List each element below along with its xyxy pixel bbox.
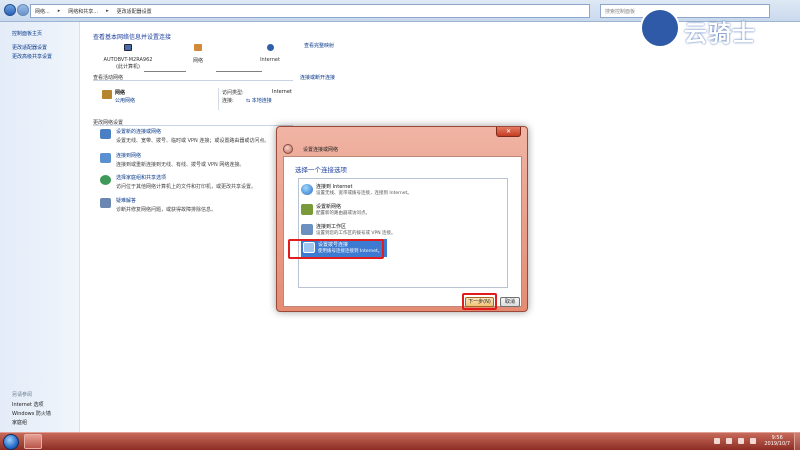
left-nav: 控制面板主页 更改适配器设置 更改高级共享设置 另请参阅 Internet 选项… [0, 22, 80, 432]
task-homegroup[interactable]: 选择家庭组和共享选项 访问位于其他网络计算机上的文件和打印机，或更改共享设置。 [100, 174, 256, 190]
clock-date: 2019/10/7 [764, 441, 790, 447]
dialog-title: 设置连接或网络 [303, 147, 339, 153]
next-button-highlight [462, 293, 497, 310]
task-desc: 设置无线、宽带、拨号、临时或 VPN 连接；或设置路由器或访问点。 [116, 138, 270, 144]
task-desc: 诊断并修复网络问题，或获得故障排除信息。 [116, 207, 217, 213]
option-connect-internet[interactable]: 连接到 Internet 设置无线、宽带或拨号连接，连接到 Internet。 [299, 181, 507, 199]
taskbar: 9:56 2019/10/7 [0, 432, 800, 450]
task-setup-connection[interactable]: 设置新的连接或网络 设置无线、宽带、拨号、临时或 VPN 连接；或设置路由器或访… [100, 128, 269, 144]
connect-disconnect-link[interactable]: 连接或断开连接 [300, 74, 335, 81]
full-map-link[interactable]: 查看完整映射 [304, 42, 334, 49]
chevron-right-icon: ▸ [57, 8, 61, 14]
globe-icon [301, 184, 313, 195]
option-title: 连接到工作区 [316, 224, 347, 230]
map-line [216, 71, 262, 72]
search-placeholder: 搜索控制面板 [605, 8, 636, 15]
computer-icon [124, 44, 132, 51]
selection-highlight [288, 239, 384, 259]
connections-label: 连接: [222, 98, 234, 104]
close-button[interactable]: ✕ [496, 127, 521, 137]
show-desktop-button[interactable] [794, 433, 800, 450]
tray-ime-icon[interactable] [750, 438, 756, 444]
option-new-network[interactable]: 设置新网络 配置新的路由器或访问点。 [299, 201, 507, 219]
tray-flag-icon[interactable] [714, 438, 720, 444]
logo-text: 云骑士 [684, 21, 756, 47]
divider [93, 125, 293, 126]
task-connect-network[interactable]: 连接到网络 连接到或重新连接到无线、有线、拨号或 VPN 网络连接。 [100, 152, 244, 168]
task-desc: 访问位于其他网络计算机上的文件和打印机，或更改共享设置。 [116, 184, 257, 190]
connection-option-list: 连接到 Internet 设置无线、宽带或拨号连接，连接到 Internet。 … [298, 178, 508, 288]
globe-icon [266, 44, 274, 51]
map-internet: Internet [256, 44, 284, 63]
option-desc: 配置新的路由器或访问点。 [316, 211, 370, 216]
computer-sub: (此计算机) [116, 64, 140, 70]
tray-volume-icon[interactable] [738, 438, 744, 444]
task-troubleshoot[interactable]: 疑难解答 诊断并修复网络问题，或获得故障排除信息。 [100, 197, 216, 213]
nav-advanced-sharing[interactable]: 更改高级共享设置 [12, 53, 52, 60]
setup-connection-icon [100, 129, 111, 139]
map-computer: AUTOBVT-M2RA962 (此计算机) [98, 44, 158, 70]
breadcrumb-item-1[interactable]: 网络... [35, 8, 50, 15]
task-title[interactable]: 连接到网络 [116, 152, 244, 159]
option-desc: 设置无线、宽带或拨号连接，连接到 Internet。 [316, 191, 412, 196]
homegroup-icon [100, 175, 111, 185]
option-workplace[interactable]: 连接到工作区 设置到您的工作区的拨号或 VPN 连接。 [299, 221, 507, 239]
setup-connection-dialog: ✕ 设置连接或网络 选择一个连接选项 连接到 Internet 设置无线、宽带或… [276, 126, 528, 312]
task-title[interactable]: 设置新的连接或网络 [116, 128, 269, 135]
forward-nav-icon[interactable] [17, 4, 29, 16]
nav-homegroup[interactable]: 家庭组 [12, 419, 27, 426]
adapter-icon: ⇆ [246, 98, 251, 104]
troubleshoot-icon [100, 198, 111, 208]
nav-internet-options[interactable]: Internet 选项 [12, 401, 43, 408]
nav-control-panel-home[interactable]: 控制面板主页 [12, 30, 42, 37]
chevron-right-icon: ▸ [106, 8, 109, 14]
network-bench-icon [102, 90, 112, 99]
divider [93, 80, 293, 81]
back-nav-icon[interactable] [4, 4, 16, 16]
logo: 云骑士 [640, 8, 790, 48]
see-also-label: 另请参阅 [12, 392, 33, 398]
option-title: 设置新网络 [316, 204, 342, 210]
breadcrumb[interactable]: 网络... ▸ 网络和共享... ▸ 更改适配器设置 [30, 4, 590, 18]
clock[interactable]: 9:56 2019/10/7 [764, 435, 790, 447]
taskbar-app-control-panel[interactable] [24, 434, 42, 449]
task-desc: 连接到或重新连接到无线、有线、拨号或 VPN 网络连接。 [116, 162, 245, 168]
access-type-label: 访问类型: [222, 90, 244, 96]
connect-network-icon [100, 153, 111, 163]
nav-firewall[interactable]: Windows 防火墙 [12, 410, 51, 417]
local-connection-link[interactable]: ⇆ 本地连接 [246, 97, 272, 104]
network-name: 网络 [115, 90, 126, 96]
back-arrow-icon[interactable] [283, 144, 293, 154]
task-title[interactable]: 选择家庭组和共享选项 [116, 174, 256, 181]
dialog-body: 选择一个连接选项 连接到 Internet 设置无线、宽带或拨号连接，连接到 I… [283, 156, 522, 307]
network-icon [194, 44, 202, 51]
page-title: 查看基本网络信息并设置连接 [93, 34, 172, 41]
breadcrumb-item-3[interactable]: 更改适配器设置 [117, 8, 152, 15]
internet-label: Internet [260, 57, 280, 63]
option-desc: 设置到您的工作区的拨号或 VPN 连接。 [316, 231, 396, 236]
start-orb-icon[interactable] [3, 434, 19, 450]
knight-logo-icon [640, 8, 680, 48]
system-tray [714, 438, 756, 444]
cancel-button[interactable]: 取消 [500, 297, 520, 307]
breadcrumb-item-2[interactable]: 网络和共享... [68, 8, 98, 15]
map-line [144, 71, 186, 72]
divider [218, 88, 219, 110]
network-type-link[interactable]: 公用网络 [115, 97, 135, 104]
map-network: 网络 [186, 44, 210, 64]
tray-network-icon[interactable] [726, 438, 732, 444]
nav-adapter-settings[interactable]: 更改适配器设置 [12, 44, 47, 51]
task-title[interactable]: 疑难解答 [116, 197, 216, 204]
dialog-heading: 选择一个连接选项 [295, 166, 347, 174]
access-type-value: Internet [272, 89, 292, 95]
workplace-icon [301, 224, 313, 235]
router-icon [301, 204, 313, 215]
option-title: 连接到 Internet [316, 184, 353, 190]
network-label: 网络 [192, 58, 203, 64]
local-connection-label: 本地连接 [251, 98, 272, 104]
